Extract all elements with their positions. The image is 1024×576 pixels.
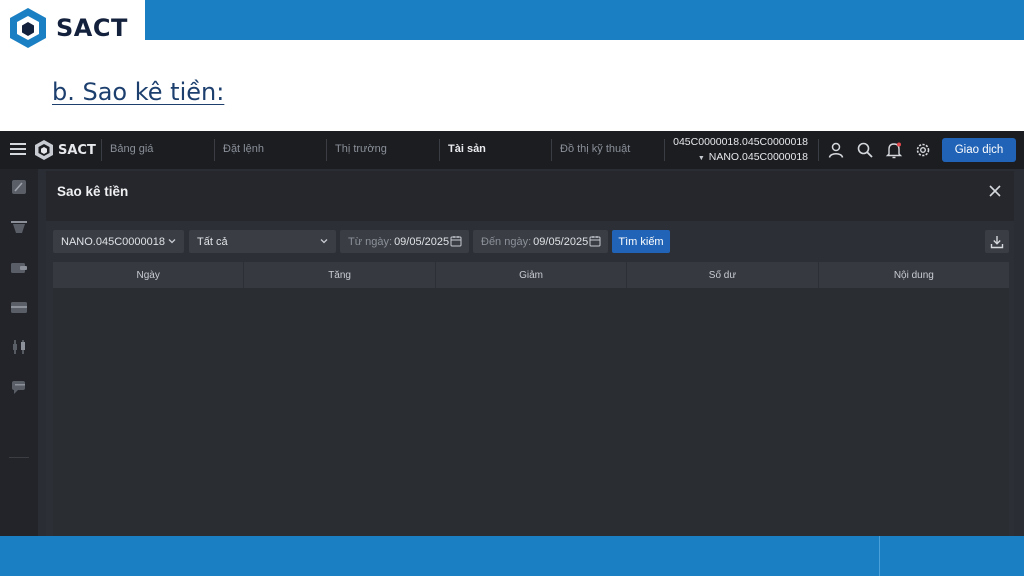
panel-body: NANO.045C0000018 Tất cả Từ ngày: 09/05/2…	[46, 221, 1014, 536]
user-icon[interactable]	[827, 141, 845, 159]
nav-separator	[664, 139, 665, 161]
sact-logo-icon	[10, 8, 46, 48]
gear-icon[interactable]	[914, 141, 932, 159]
to-date-field[interactable]: Đến ngày: 09/05/2025	[473, 230, 608, 253]
from-date-field[interactable]: Từ ngày: 09/05/2025	[340, 230, 469, 253]
panel-header: Sao kê tiền	[46, 171, 1014, 215]
app-top-nav: SACT Bảng giá Đặt lệnh Thị trường Tài sả…	[0, 131, 1024, 169]
subaccount-selector[interactable]: ▼ NANO.045C0000018	[698, 151, 808, 163]
chevron-down-icon: ▼	[697, 155, 705, 162]
nav-item-tai-san[interactable]: Tài sản	[448, 143, 486, 155]
rail-separator	[9, 457, 29, 458]
nav-separator	[214, 139, 215, 161]
calendar-icon[interactable]	[450, 235, 462, 247]
chevron-down-icon	[320, 239, 328, 244]
slide-bottom-bar	[0, 536, 1024, 576]
candlestick-icon[interactable]	[10, 339, 28, 355]
to-date-value: 09/05/2025	[533, 235, 589, 248]
statement-panel: Sao kê tiền NANO.045C0000018 Tất cả Từ n…	[46, 171, 1014, 536]
app-logo-icon	[35, 140, 53, 160]
slide-bottom-divider	[879, 536, 880, 576]
close-icon[interactable]	[988, 184, 1002, 198]
type-select-value: Tất cả	[197, 235, 228, 248]
wallet-icon[interactable]	[10, 259, 28, 275]
column-header-giam[interactable]: Giảm	[436, 262, 628, 288]
app-logo-text: SACT	[58, 142, 96, 158]
side-rail	[0, 169, 38, 536]
basket-icon[interactable]	[10, 219, 28, 235]
panel-title: Sao kê tiền	[57, 184, 129, 199]
calendar-icon[interactable]	[589, 235, 601, 247]
nav-item-bang-gia[interactable]: Bảng giá	[110, 143, 153, 155]
nav-separator	[551, 139, 552, 161]
download-icon	[990, 235, 1004, 248]
slide-heading: b. Sao kê tiền:	[52, 78, 225, 106]
search-icon[interactable]	[856, 141, 874, 159]
chevron-down-icon	[168, 239, 176, 244]
column-header-noi-dung[interactable]: Nội dung	[819, 262, 1009, 288]
slide-logo: SACT	[0, 0, 145, 56]
slide-top-bar	[145, 0, 1024, 40]
nav-separator	[101, 139, 102, 161]
nav-separator	[818, 139, 819, 161]
account-select[interactable]: NANO.045C0000018	[53, 230, 184, 253]
nav-separator	[439, 139, 440, 161]
subaccount-label: NANO.045C0000018	[708, 151, 808, 163]
nav-separator	[326, 139, 327, 161]
account-id: 045C0000018.045C0000018	[673, 136, 808, 148]
type-select[interactable]: Tất cả	[189, 230, 336, 253]
nav-item-dat-lenh[interactable]: Đặt lệnh	[223, 143, 264, 155]
app-logo[interactable]: SACT	[34, 139, 96, 161]
column-header-tang[interactable]: Tăng	[244, 262, 436, 288]
pencil-icon[interactable]	[10, 179, 28, 195]
menu-icon[interactable]	[10, 142, 26, 156]
app-screenshot: SACT Bảng giá Đặt lệnh Thị trường Tài sả…	[0, 131, 1024, 536]
download-button[interactable]	[985, 230, 1009, 253]
to-date-label: Đến ngày:	[481, 235, 532, 248]
slide-logo-text: SACT	[56, 14, 128, 42]
box-icon[interactable]	[10, 299, 28, 315]
from-date-value: 09/05/2025	[394, 235, 450, 248]
column-header-so-du[interactable]: Số dư	[627, 262, 819, 288]
search-button[interactable]: Tìm kiếm	[612, 230, 670, 253]
nav-item-do-thi-ky-thuat[interactable]: Đồ thị kỹ thuật	[560, 143, 630, 155]
table-body-empty	[53, 288, 1009, 536]
trade-button[interactable]: Giao dịch	[942, 138, 1016, 162]
table-header: Ngày Tăng Giảm Số dư Nội dung	[53, 262, 1009, 288]
bell-icon[interactable]	[885, 141, 903, 159]
column-header-ngay[interactable]: Ngày	[53, 262, 245, 288]
account-select-value: NANO.045C0000018	[61, 235, 165, 248]
nav-item-thi-truong[interactable]: Thị trường	[335, 143, 387, 155]
chat-icon[interactable]	[10, 379, 28, 395]
from-date-label: Từ ngày:	[348, 235, 393, 248]
